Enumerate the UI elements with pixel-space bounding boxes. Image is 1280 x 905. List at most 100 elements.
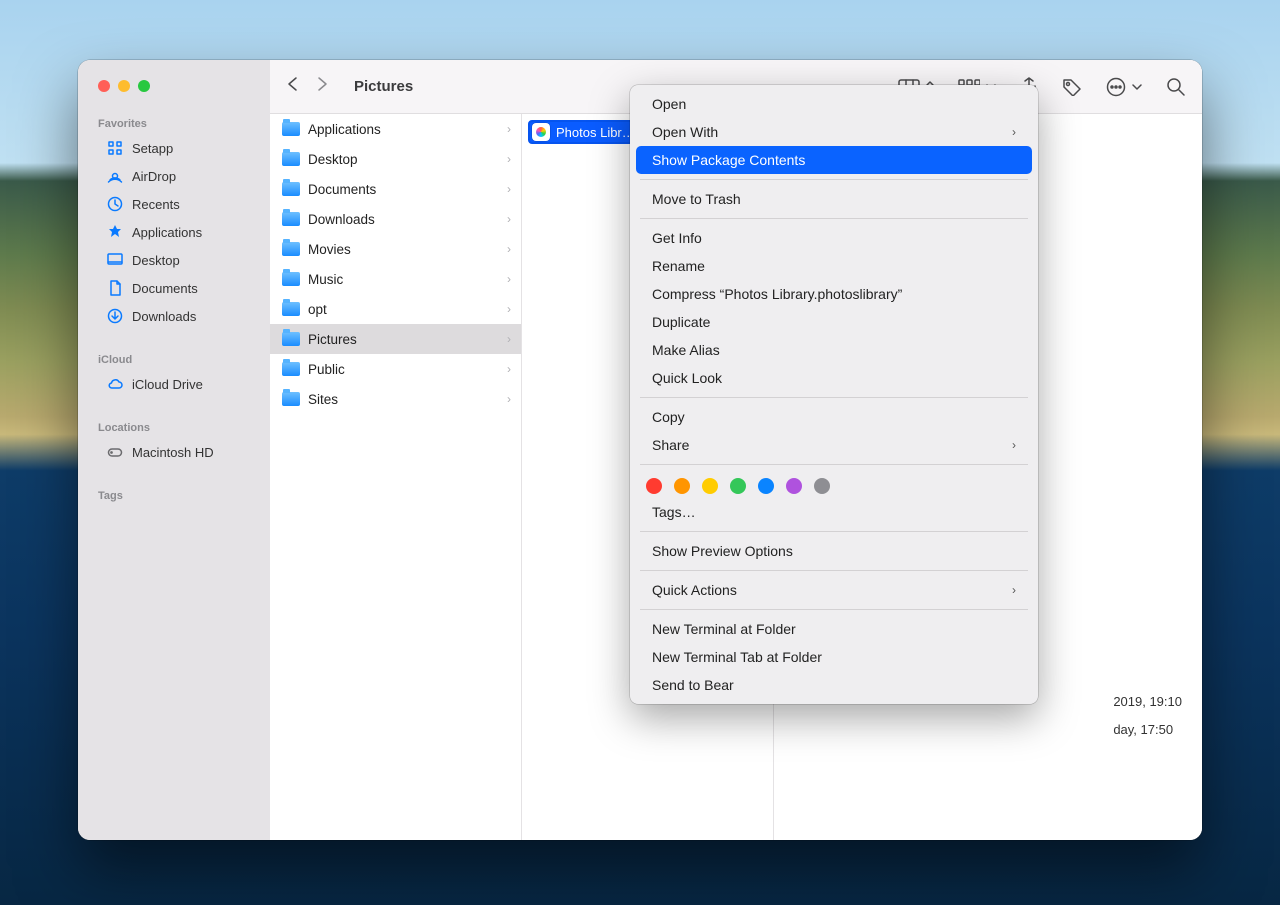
menu-separator: [640, 531, 1028, 532]
menu-item-open-with[interactable]: Open With ›: [636, 118, 1032, 146]
sidebar-item-desktop[interactable]: Desktop: [86, 246, 262, 274]
preview-info: 2019, 19:10 day, 17:50: [1113, 694, 1182, 750]
menu-item-share[interactable]: Share ›: [636, 431, 1032, 459]
menu-item-quick-look[interactable]: Quick Look: [636, 364, 1032, 392]
more-button[interactable]: [1106, 77, 1142, 97]
menu-item-copy[interactable]: Copy: [636, 403, 1032, 431]
menu-item-label: Rename: [652, 258, 705, 274]
menu-item-rename[interactable]: Rename: [636, 252, 1032, 280]
folder-label: Music: [308, 272, 343, 287]
menu-item-make-alias[interactable]: Make Alias: [636, 336, 1032, 364]
folder-movies[interactable]: Movies›: [270, 234, 521, 264]
menu-item-compress-photos-library-photoslibrary[interactable]: Compress “Photos Library.photoslibrary”: [636, 280, 1032, 308]
menu-item-new-terminal-at-folder[interactable]: New Terminal at Folder: [636, 615, 1032, 643]
column-home: Applications›Desktop›Documents›Downloads…: [270, 114, 522, 840]
sidebar-item-label: Applications: [132, 225, 202, 240]
sidebar-section-title: iCloud: [78, 348, 270, 370]
menu-item-open[interactable]: Open: [636, 90, 1032, 118]
menu-item-label: Open With: [652, 124, 718, 140]
search-button[interactable]: [1166, 77, 1186, 97]
folder-label: Applications: [308, 122, 381, 137]
chevron-right-icon: ›: [507, 362, 511, 376]
preview-created: 2019, 19:10: [1113, 694, 1182, 722]
menu-item-label: Show Preview Options: [652, 543, 793, 559]
sidebar: Favorites Setapp AirDropRecents Application…: [78, 60, 270, 840]
folder-public[interactable]: Public ›: [270, 354, 521, 384]
sidebar-item-downloads[interactable]: Downloads: [86, 302, 262, 330]
tag-colors-row: [630, 470, 1038, 498]
folder-pictures[interactable]: Pictures›: [270, 324, 521, 354]
folder-icon: [282, 332, 300, 346]
menu-item-send-to-bear[interactable]: Send to Bear: [636, 671, 1032, 699]
folder-label: Public: [308, 362, 345, 377]
chevron-right-icon: ›: [1012, 125, 1016, 139]
tag-color[interactable]: [814, 478, 830, 494]
menu-item-duplicate[interactable]: Duplicate: [636, 308, 1032, 336]
chevron-right-icon: ›: [507, 152, 511, 166]
menu-item-get-info[interactable]: Get Info: [636, 224, 1032, 252]
menu-item-move-to-trash[interactable]: Move to Trash: [636, 185, 1032, 213]
menu-item-label: Show Package Contents: [652, 152, 805, 168]
menu-item-label: Quick Look: [652, 370, 722, 386]
chevron-right-icon: ›: [507, 212, 511, 226]
menu-item-show-preview-options[interactable]: Show Preview Options: [636, 537, 1032, 565]
tag-color[interactable]: [702, 478, 718, 494]
sidebar-section-title: Tags: [78, 484, 270, 506]
zoom-window[interactable]: [138, 80, 150, 92]
tag-color[interactable]: [674, 478, 690, 494]
sidebar-item-macintosh-hd[interactable]: Macintosh HD: [86, 438, 262, 466]
documents-icon: [106, 279, 124, 297]
folder-label: Desktop: [308, 152, 358, 167]
tag-color[interactable]: [786, 478, 802, 494]
sidebar-section-title: Locations: [78, 416, 270, 438]
back-button[interactable]: [286, 76, 300, 97]
menu-item-new-terminal-tab-at-folder[interactable]: New Terminal Tab at Folder: [636, 643, 1032, 671]
menu-separator: [640, 570, 1028, 571]
menu-separator: [640, 609, 1028, 610]
minimize-window[interactable]: [118, 80, 130, 92]
applications-icon: [106, 223, 124, 241]
recents-icon: [106, 195, 124, 213]
folder-label: Movies: [308, 242, 351, 257]
menu-item-label: Open: [652, 96, 686, 112]
desktop-icon: [106, 251, 124, 269]
sidebar-item-recents[interactable]: Recents: [86, 190, 262, 218]
folder-sites[interactable]: Sites›: [270, 384, 521, 414]
folder-downloads[interactable]: Downloads›: [270, 204, 521, 234]
sidebar-item-label: Setapp: [132, 141, 173, 156]
sidebar-item-applications[interactable]: Applications: [86, 218, 262, 246]
tags-button[interactable]: [1062, 78, 1082, 96]
menu-item-tags[interactable]: Tags…: [636, 498, 1032, 526]
folder-opt[interactable]: opt›: [270, 294, 521, 324]
tag-color[interactable]: [730, 478, 746, 494]
sidebar-item-airdrop[interactable]: AirDrop: [86, 162, 262, 190]
menu-item-quick-actions[interactable]: Quick Actions›: [636, 576, 1032, 604]
menu-separator: [640, 464, 1028, 465]
icloud-icon: [106, 375, 124, 393]
chevron-right-icon: ›: [507, 182, 511, 196]
sidebar-section-title: Favorites: [78, 112, 270, 134]
tag-color[interactable]: [646, 478, 662, 494]
setapp-icon: [106, 139, 124, 157]
window-controls: [78, 78, 270, 112]
sidebar-item-label: Downloads: [132, 309, 196, 324]
photos-app-icon: [532, 123, 550, 141]
menu-separator: [640, 397, 1028, 398]
tag-color[interactable]: [758, 478, 774, 494]
menu-item-label: Share: [652, 437, 689, 453]
sidebar-item-setapp[interactable]: Setapp: [86, 134, 262, 162]
close-window[interactable]: [98, 80, 110, 92]
chevron-right-icon: ›: [1012, 438, 1016, 452]
folder-label: Pictures: [308, 332, 357, 347]
sidebar-item-documents[interactable]: Documents: [86, 274, 262, 302]
folder-documents[interactable]: Documents›: [270, 174, 521, 204]
window-title: Pictures: [354, 78, 413, 95]
folder-desktop[interactable]: Desktop ›: [270, 144, 521, 174]
sidebar-item-icloud-drive[interactable]: iCloud Drive: [86, 370, 262, 398]
forward-button[interactable]: [316, 76, 330, 97]
menu-item-show-package-contents[interactable]: Show Package Contents: [636, 146, 1032, 174]
folder-applications[interactable]: Applications›: [270, 114, 521, 144]
chevron-right-icon: ›: [507, 392, 511, 406]
menu-item-label: Move to Trash: [652, 191, 741, 207]
folder-music[interactable]: Music›: [270, 264, 521, 294]
